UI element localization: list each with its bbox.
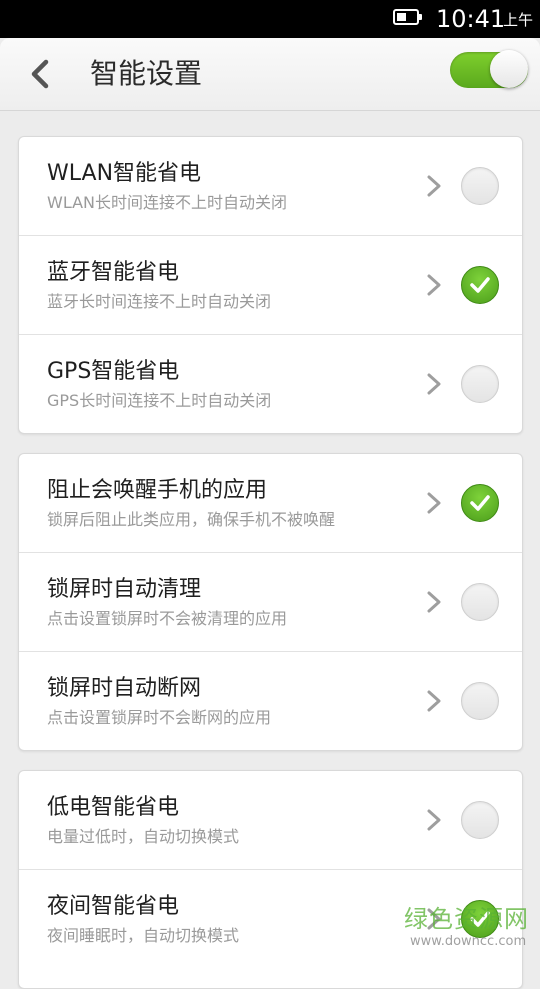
row-title: 蓝牙智能省电 [47, 260, 180, 285]
checkbox[interactable] [461, 365, 499, 403]
watermark-text: 绿色资源网 [404, 905, 529, 933]
back-button[interactable] [20, 52, 64, 96]
checkmark-icon [470, 495, 490, 511]
settings-group: WLAN智能省电 WLAN长时间连接不上时自动关闭蓝牙智能省电蓝牙长时间连接不上时… [18, 136, 523, 434]
status-bar: 10:41 上午 [0, 0, 540, 38]
settings-group: 低电智能省电电量过低时，自动切换模式夜间智能省电夜间睡眠时，自动切换模式 [18, 770, 523, 989]
chevron-right-icon [427, 373, 441, 395]
settings-row[interactable]: GPS智能省电 GPS长时间连接不上时自动关闭 [19, 335, 522, 434]
page-title: 智能设置 [90, 57, 203, 90]
settings-row[interactable]: 低电智能省电电量过低时，自动切换模式 [19, 771, 522, 870]
settings-row[interactable]: 锁屏时自动断网点击设置锁屏时不会断网的应用 [19, 652, 522, 751]
watermark-url: www.downcc.com [410, 934, 527, 949]
row-title: GPS智能省电 [47, 359, 180, 384]
row-subtitle: 蓝牙长时间连接不上时自动关闭 [47, 292, 272, 311]
status-ampm: 上午 [503, 11, 534, 29]
checkbox[interactable] [461, 801, 499, 839]
chevron-right-icon [427, 175, 441, 197]
checkbox[interactable] [461, 583, 499, 621]
toggle-knob [490, 50, 528, 88]
row-subtitle: WLAN长时间连接不上时自动关闭 [47, 193, 288, 212]
checkbox[interactable] [461, 266, 499, 304]
row-subtitle: GPS长时间连接不上时自动关闭 [47, 391, 272, 410]
settings-row[interactable]: 阻止会唤醒手机的应用锁屏后阻止此类应用，确保手机不被唤醒 [19, 454, 522, 553]
row-title: 锁屏时自动断网 [47, 676, 202, 701]
settings-group: 阻止会唤醒手机的应用锁屏后阻止此类应用，确保手机不被唤醒锁屏时自动清理点击设置锁… [18, 453, 523, 751]
settings-row[interactable]: 蓝牙智能省电蓝牙长时间连接不上时自动关闭 [19, 236, 522, 335]
watermark: 绿色资源网 www.downcc.com [404, 904, 540, 954]
chevron-right-icon [427, 809, 441, 831]
chevron-left-icon [31, 59, 49, 89]
row-title: 阻止会唤醒手机的应用 [47, 478, 268, 503]
checkbox[interactable] [461, 682, 499, 720]
chevron-right-icon [427, 274, 441, 296]
chevron-right-icon [427, 591, 441, 613]
battery-icon [393, 9, 422, 25]
checkmark-icon [470, 277, 490, 293]
checkbox[interactable] [461, 484, 499, 522]
row-title: 低电智能省电 [47, 795, 180, 820]
row-title: 锁屏时自动清理 [47, 577, 202, 602]
row-subtitle: 电量过低时，自动切换模式 [47, 827, 240, 846]
status-time: 10:41 [436, 5, 506, 33]
row-subtitle: 点击设置锁屏时不会断网的应用 [47, 708, 272, 727]
settings-row[interactable]: 锁屏时自动清理点击设置锁屏时不会被清理的应用 [19, 553, 522, 652]
settings-row[interactable]: WLAN智能省电 WLAN长时间连接不上时自动关闭 [19, 137, 522, 236]
chevron-right-icon [427, 492, 441, 514]
row-subtitle: 夜间睡眠时，自动切换模式 [47, 926, 240, 945]
row-title: WLAN智能省电 [47, 161, 202, 186]
checkbox[interactable] [461, 167, 499, 205]
row-subtitle: 锁屏后阻止此类应用，确保手机不被唤醒 [47, 510, 336, 529]
chevron-right-icon [427, 690, 441, 712]
row-subtitle: 点击设置锁屏时不会被清理的应用 [47, 609, 288, 628]
title-bar: 智能设置 [0, 38, 540, 111]
row-title: 夜间智能省电 [47, 894, 180, 919]
master-toggle[interactable] [450, 50, 528, 88]
